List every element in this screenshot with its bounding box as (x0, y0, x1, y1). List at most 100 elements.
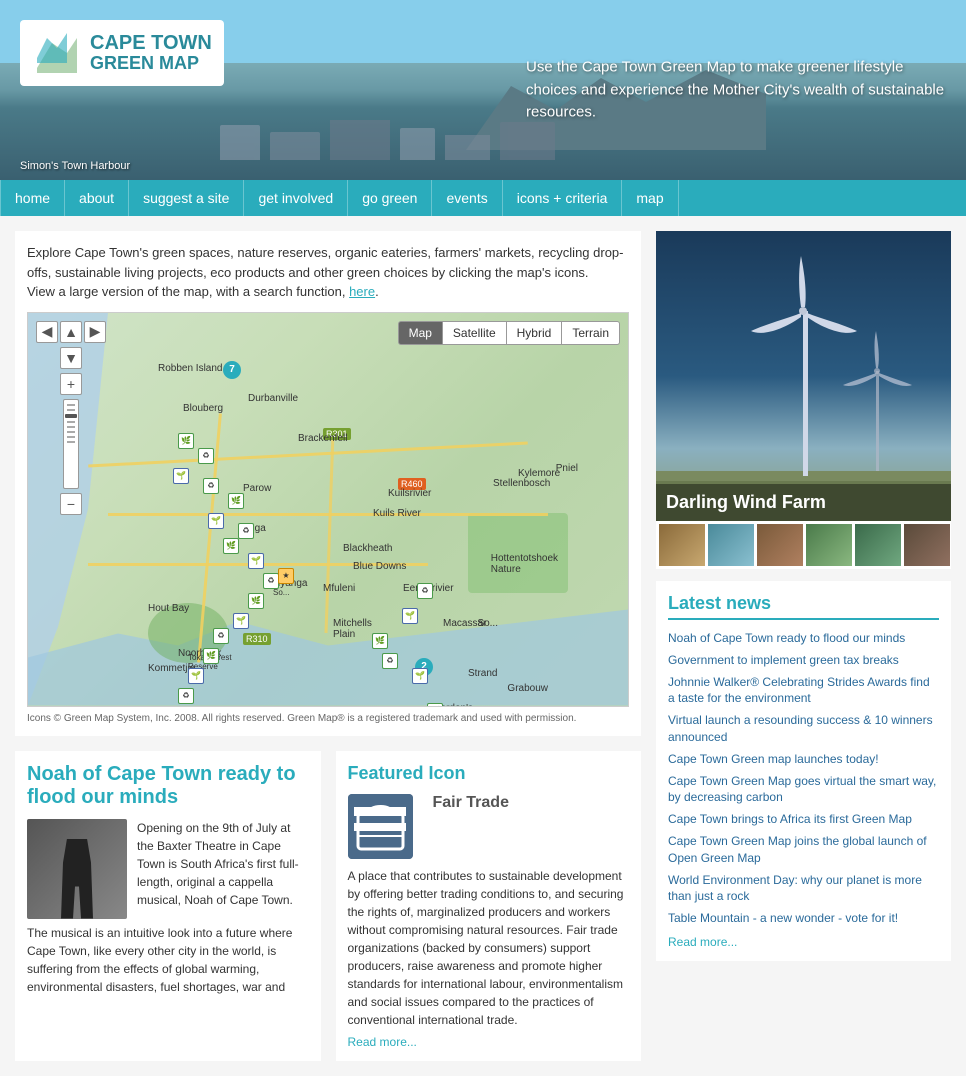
news-item-4[interactable]: Cape Town Green map launches today! (668, 751, 939, 768)
featured-icon-description: A place that contributes to sustainable … (348, 867, 630, 1029)
map-marker-4[interactable]: ♻ (203, 478, 219, 494)
logo-line2: GREEN MAP (90, 54, 212, 74)
header-tagline: Use the Cape Town Green Map to make gree… (526, 56, 946, 124)
map-view-large-text: View a large version of the map, with a … (27, 284, 345, 299)
road-r310: R310 (243, 633, 271, 645)
location-label: Simon's Town Harbour (20, 160, 130, 172)
read-more-news-link[interactable]: Read more... (668, 935, 939, 949)
map-container[interactable]: R301 R310 R460 7 2 Robben Island Blouber… (27, 312, 629, 707)
thumbnail-1[interactable] (659, 524, 705, 566)
map-zoom-controls: ◀ ▲ ▶ ▼ + (36, 321, 106, 515)
logo[interactable]: CAPE TOWN GREEN MAP (20, 20, 224, 86)
map-marker-8[interactable]: 🌿 (223, 538, 239, 554)
map-inner: R301 R310 R460 7 2 Robben Island Blouber… (28, 313, 628, 706)
zoom-in[interactable]: + (60, 373, 82, 395)
featured-image-box: Darling Wind Farm (656, 231, 951, 569)
news-item-3[interactable]: Virtual launch a resounding success & 10… (668, 712, 939, 746)
logo-text: CAPE TOWN GREEN MAP (90, 32, 212, 74)
map-tabs: Map Satellite Hybrid Terrain (398, 321, 620, 345)
map-marker-16[interactable]: ♻ (178, 688, 194, 704)
main-content: Explore Cape Town's green spaces, nature… (0, 216, 966, 1076)
map-marker-19[interactable]: ♻ (382, 653, 398, 669)
map-marker-21[interactable]: 🌱 (402, 608, 418, 624)
map-marker-12[interactable]: 🌱 (233, 613, 249, 629)
map-section: Explore Cape Town's green spaces, nature… (15, 231, 641, 736)
map-marker-3[interactable]: 🌱 (173, 468, 189, 484)
main-navigation: home about suggest a site get involved g… (0, 180, 966, 216)
thumbnail-2[interactable] (708, 524, 754, 566)
right-column: Darling Wind Farm Latest news Noah of Ca… (656, 231, 951, 1061)
map-here-link[interactable]: here (349, 284, 375, 299)
logo-line1: CAPE TOWN (90, 32, 212, 54)
featured-icon-name: Fair Trade (433, 794, 509, 812)
thumbnail-5[interactable] (855, 524, 901, 566)
fair-trade-icon-svg (348, 794, 413, 859)
news-item-5[interactable]: Cape Town Green Map goes virtual the sma… (668, 773, 939, 807)
map-marker-15[interactable]: 🌱 (188, 668, 204, 684)
news-item-9[interactable]: Table Mountain - a new wonder - vote for… (668, 910, 939, 927)
header: CAPE TOWN GREEN MAP Simon's Town Harbour… (0, 0, 966, 180)
zoom-out[interactable]: − (60, 493, 82, 515)
bottom-section: Noah of Cape Town ready to flood our min… (15, 751, 641, 1061)
left-column: Explore Cape Town's green spaces, nature… (15, 231, 641, 1061)
map-tab-satellite[interactable]: Satellite (443, 321, 507, 345)
latest-news-title: Latest news (668, 593, 939, 620)
wind-farm-svg (656, 231, 951, 521)
news-items-list: Noah of Cape Town ready to flood our min… (668, 630, 939, 927)
news-item-8[interactable]: World Environment Day: why our planet is… (668, 872, 939, 906)
map-marker-10[interactable]: ♻ (263, 573, 279, 589)
map-description: Explore Cape Town's green spaces, nature… (27, 243, 629, 302)
nav-events[interactable]: events (432, 180, 502, 216)
map-marker-2[interactable]: ♻ (198, 448, 214, 464)
featured-icon-section: Featured Icon Fair Trade (336, 751, 642, 1061)
thumbnail-row (656, 521, 951, 569)
featured-icon-title: Featured Icon (348, 763, 630, 784)
map-badge-7: 7 (223, 361, 241, 379)
nav-home[interactable]: home (0, 180, 65, 216)
map-marker-7[interactable]: ♻ (238, 523, 254, 539)
thumbnail-6[interactable] (904, 524, 950, 566)
map-description-text: Explore Cape Town's green spaces, nature… (27, 245, 624, 280)
latest-news-box: Latest news Noah of Cape Town ready to f… (656, 581, 951, 961)
nav-about[interactable]: about (65, 180, 129, 216)
road-r460: R460 (398, 478, 426, 490)
news-article-title: Noah of Cape Town ready to flood our min… (27, 763, 309, 809)
map-tab-hybrid[interactable]: Hybrid (507, 321, 563, 345)
map-marker-17[interactable]: 🌿 (427, 703, 443, 706)
nav-get-involved[interactable]: get involved (244, 180, 348, 216)
map-tab-terrain[interactable]: Terrain (562, 321, 620, 345)
thumbnail-4[interactable] (806, 524, 852, 566)
map-marker-18[interactable]: 🌱 (412, 668, 428, 684)
map-marker-1[interactable]: 🌿 (178, 433, 194, 449)
news-column: Noah of Cape Town ready to flood our min… (15, 751, 321, 1061)
map-marker-orange[interactable]: ★ (278, 568, 294, 584)
map-marker-11[interactable]: 🌿 (248, 593, 264, 609)
logo-icon (32, 28, 82, 78)
map-marker-14[interactable]: 🌿 (203, 648, 219, 664)
nav-map[interactable]: map (622, 180, 678, 216)
news-item-1[interactable]: Government to implement green tax breaks (668, 652, 939, 669)
map-marker-5[interactable]: 🌿 (228, 493, 244, 509)
map-marker-20[interactable]: 🌿 (372, 633, 388, 649)
news-item-7[interactable]: Cape Town Green Map joins the global lau… (668, 833, 939, 867)
featured-read-more-link[interactable]: Read more... (348, 1035, 630, 1049)
featured-icon-image (348, 794, 413, 859)
thumbnail-3[interactable] (757, 524, 803, 566)
news-item-6[interactable]: Cape Town brings to Africa its first Gre… (668, 811, 939, 828)
nav-suggest[interactable]: suggest a site (129, 180, 244, 216)
map-marker-6[interactable]: 🌱 (208, 513, 224, 529)
wind-farm-caption: Darling Wind Farm (656, 484, 951, 521)
map-marker-13[interactable]: ♻ (213, 628, 229, 644)
nav-go-green[interactable]: go green (348, 180, 432, 216)
map-tab-map[interactable]: Map (398, 321, 443, 345)
news-item-0[interactable]: Noah of Cape Town ready to flood our min… (668, 630, 939, 647)
zoom-left[interactable]: ◀ (36, 321, 58, 343)
zoom-down[interactable]: ▼ (60, 347, 82, 369)
zoom-up[interactable]: ▲ (60, 321, 82, 343)
map-marker-9[interactable]: 🌱 (248, 553, 264, 569)
news-item-2[interactable]: Johnnie Walker® Celebrating Strides Awar… (668, 674, 939, 708)
zoom-right[interactable]: ▶ (84, 321, 106, 343)
map-marker-22[interactable]: ♻ (417, 583, 433, 599)
nav-icons[interactable]: icons + criteria (503, 180, 623, 216)
zoom-slider[interactable] (63, 399, 79, 489)
